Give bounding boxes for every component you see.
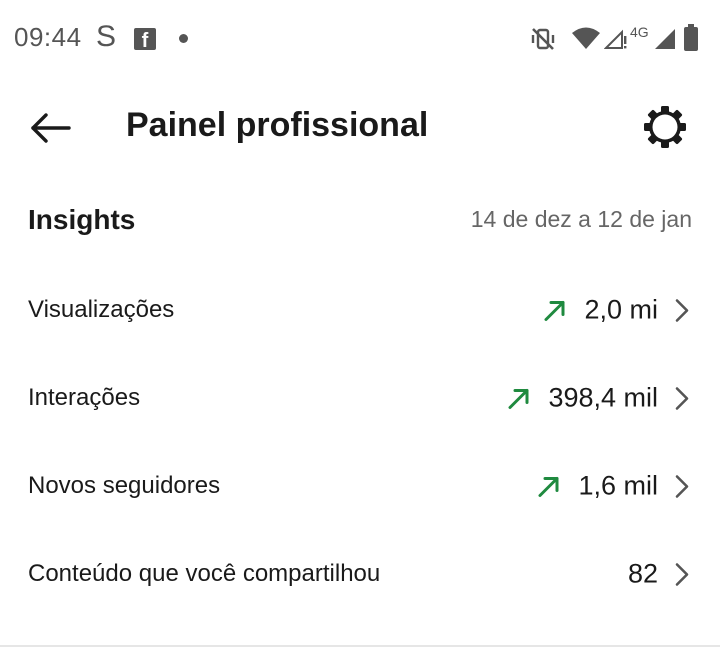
insight-row-interacoes[interactable]: Interações 398,4 mil	[0, 354, 720, 442]
insight-row-visualizacoes[interactable]: Visualizações 2,0 mi	[0, 266, 720, 354]
chevron-right-icon	[674, 385, 690, 411]
facebook-icon: f	[134, 28, 156, 50]
app-s-icon: S	[96, 20, 117, 53]
settings-button[interactable]	[638, 100, 692, 154]
row-value: 2,0 mi	[584, 294, 658, 325]
chevron-right-icon	[674, 473, 690, 499]
row-value: 398,4 mil	[548, 382, 658, 413]
chevron-right-icon	[674, 297, 690, 323]
signal-icon	[655, 29, 675, 49]
gear-icon	[644, 106, 686, 148]
app-header: Painel profissional	[0, 78, 720, 178]
trend-up-icon	[506, 385, 532, 411]
insight-row-novos-seguidores[interactable]: Novos seguidores 1,6 mil	[0, 442, 720, 530]
insights-title: Insights	[28, 204, 136, 235]
row-value: 1,6 mil	[578, 470, 658, 501]
status-time: 09:44	[14, 22, 82, 52]
row-label: Conteúdo que você compartilhou	[28, 560, 381, 587]
back-button[interactable]	[22, 100, 78, 156]
trend-up-icon	[536, 473, 562, 499]
arrow-left-icon	[31, 113, 71, 143]
insight-row-conteudo-compartilhado[interactable]: Conteúdo que você compartilhou 82	[0, 530, 720, 618]
page-title: Painel profissional	[126, 106, 429, 144]
battery-icon	[684, 24, 698, 51]
row-label: Novos seguidores	[28, 472, 221, 499]
date-range[interactable]: 14 de dez a 12 de jan	[471, 206, 692, 233]
chevron-right-icon	[674, 561, 690, 587]
mute-vibrate-icon	[531, 28, 555, 50]
row-value: 82	[627, 558, 658, 589]
status-bar: 09:44 S f 4G	[0, 0, 720, 78]
bottom-divider	[0, 645, 720, 647]
signal-alert-icon	[604, 29, 627, 49]
row-label: Visualizações	[28, 296, 175, 323]
row-label: Interações	[28, 384, 141, 411]
trend-up-icon	[542, 297, 568, 323]
wifi-icon	[572, 27, 600, 49]
notification-dot-icon	[179, 34, 188, 43]
network-4g-label: 4G	[630, 24, 649, 40]
